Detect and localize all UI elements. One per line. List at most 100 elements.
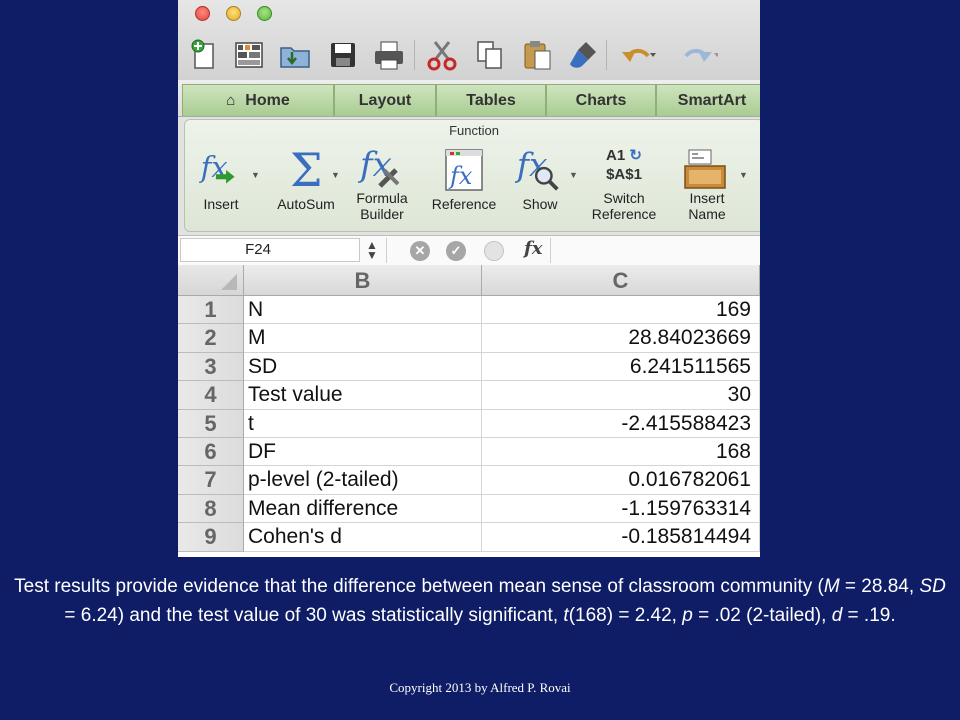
switch-reference-button[interactable]: A1 ↻ $A$1 Switch Reference: [589, 138, 659, 230]
row-header[interactable]: 1: [178, 296, 244, 325]
formula-builder-button[interactable]: fx Formula Builder: [351, 138, 413, 230]
row-header[interactable]: 6: [178, 438, 244, 467]
autosum-dropdown-icon[interactable]: ▼: [331, 170, 340, 180]
redo-icon[interactable]: [678, 38, 718, 72]
format-painter-icon[interactable]: [566, 38, 600, 72]
reference-button[interactable]: fx Reference: [429, 138, 499, 230]
cell-b[interactable]: Test value: [244, 381, 482, 410]
tab-layout-label: Layout: [358, 91, 412, 109]
cell-c[interactable]: -2.415588423: [482, 409, 760, 438]
switch-reference-icon-a1: A1: [606, 147, 626, 164]
insert-name-dropdown-icon[interactable]: ▼: [739, 170, 748, 180]
cell-b[interactable]: p-level (2-tailed): [244, 466, 482, 495]
cell-b[interactable]: N: [244, 296, 482, 325]
cell-c[interactable]: 28.84023669: [482, 324, 760, 353]
open-icon[interactable]: [278, 38, 312, 72]
cell-b[interactable]: SD: [244, 352, 482, 382]
insert-name-icon: [677, 146, 737, 190]
insert-function-label: Insert: [203, 196, 239, 212]
templates-icon[interactable]: [233, 38, 265, 72]
cell-c[interactable]: 169: [482, 296, 760, 325]
refresh-arrow-icon: ↻: [625, 147, 642, 164]
cell-c[interactable]: -1.159763314: [482, 494, 760, 524]
confirm-entry-icon[interactable]: ✓: [446, 241, 466, 261]
zoom-window-button[interactable]: [257, 6, 272, 21]
function-group-title: Function: [449, 123, 499, 138]
row-header[interactable]: 3: [178, 352, 244, 382]
tab-home[interactable]: ⌂ Home: [182, 84, 334, 116]
row-header[interactable]: 4: [178, 381, 244, 410]
save-icon[interactable]: [328, 38, 358, 72]
print-icon[interactable]: [372, 38, 406, 72]
switch-reference-icon: A1 ↻ $A$1: [589, 144, 659, 188]
name-box[interactable]: F24: [180, 238, 360, 262]
column-header-c[interactable]: C: [482, 265, 760, 296]
show-formulas-label: Show: [522, 196, 558, 212]
caption-text-4: (168) = 2.42,: [568, 605, 683, 626]
formula-builder-icon: fx: [351, 146, 413, 190]
row-header[interactable]: 9: [178, 523, 244, 552]
formula-bar: F24 ▲ ▼ ✕ ✓ fx: [178, 235, 760, 266]
cell-b[interactable]: t: [244, 409, 482, 438]
tab-charts-label: Charts: [575, 91, 627, 109]
caption-SD: SD: [919, 576, 946, 597]
row-header[interactable]: 5: [178, 409, 244, 438]
insert-function-button[interactable]: fx Insert ▼: [199, 138, 260, 230]
reference-label: Reference: [431, 196, 497, 212]
name-box-stepper-icon[interactable]: ▲ ▼: [365, 239, 379, 261]
formula-builder-label-line2: Builder: [360, 206, 404, 222]
cell-b[interactable]: DF: [244, 438, 482, 467]
insert-name-button[interactable]: Insert Name ▼: [677, 138, 748, 230]
cell-b[interactable]: Cohen's d: [244, 523, 482, 552]
home-icon: ⌂: [226, 92, 236, 109]
minimize-window-button[interactable]: [226, 6, 241, 21]
cell-b[interactable]: M: [244, 324, 482, 353]
tab-charts[interactable]: Charts: [546, 84, 656, 116]
row-header[interactable]: 7: [178, 466, 244, 495]
row-header[interactable]: 8: [178, 494, 244, 524]
formula-toggle-icon[interactable]: [484, 241, 504, 261]
autosum-button[interactable]: Σ AutoSum ▼: [277, 138, 340, 230]
autosum-icon: Σ: [277, 146, 335, 194]
cell-c[interactable]: 0.016782061: [482, 466, 760, 495]
tab-smartart[interactable]: SmartArt: [656, 84, 760, 116]
autosum-label: AutoSum: [277, 196, 335, 212]
switch-reference-label-line1: Switch: [603, 190, 645, 206]
insert-name-label-line1: Insert: [689, 190, 725, 206]
caption-text-6: = .19.: [842, 605, 896, 626]
row-header[interactable]: 2: [178, 324, 244, 353]
paste-icon[interactable]: [522, 38, 554, 72]
cell-b[interactable]: Mean difference: [244, 494, 482, 524]
excel-screenshot: ⌂ Home Layout Tables Charts SmartArt Fun…: [178, 0, 760, 557]
show-dropdown-icon[interactable]: ▼: [569, 170, 578, 180]
caption: Test results provide evidence that the d…: [8, 572, 952, 630]
select-all-corner[interactable]: [178, 265, 244, 296]
ribbon-tabs: ⌂ Home Layout Tables Charts SmartArt: [178, 80, 760, 117]
new-icon[interactable]: [190, 38, 220, 72]
svg-text:Σ: Σ: [290, 146, 323, 194]
insert-dropdown-icon[interactable]: ▼: [251, 170, 260, 180]
insert-function-icon: fx: [199, 146, 243, 190]
tab-tables[interactable]: Tables: [436, 84, 546, 116]
tab-tables-label: Tables: [466, 91, 516, 109]
tab-layout[interactable]: Layout: [334, 84, 436, 116]
cell-c[interactable]: 6.241511565: [482, 352, 760, 382]
caption-p: p: [682, 605, 693, 626]
caption-text-5: = .02 (2-tailed),: [692, 605, 832, 626]
cell-c[interactable]: 168: [482, 438, 760, 467]
fx-icon[interactable]: fx: [524, 238, 542, 259]
switch-reference-label: Switch Reference: [583, 190, 665, 222]
undo-icon[interactable]: [618, 38, 658, 72]
cell-c[interactable]: -0.185814494: [482, 523, 760, 552]
formula-builder-label: Formula Builder: [345, 190, 419, 222]
column-header-b[interactable]: B: [244, 265, 482, 296]
tab-home-label: Home: [245, 91, 290, 109]
close-window-button[interactable]: [195, 6, 210, 21]
cancel-entry-icon[interactable]: ✕: [410, 241, 430, 261]
cell-c[interactable]: 30: [482, 381, 760, 410]
copy-icon[interactable]: [475, 38, 505, 72]
cut-icon[interactable]: [425, 38, 459, 72]
show-formulas-button[interactable]: fx Show ▼: [515, 138, 578, 230]
svg-text:fx: fx: [448, 162, 473, 190]
caption-text-2: = 28.84,: [839, 576, 920, 597]
